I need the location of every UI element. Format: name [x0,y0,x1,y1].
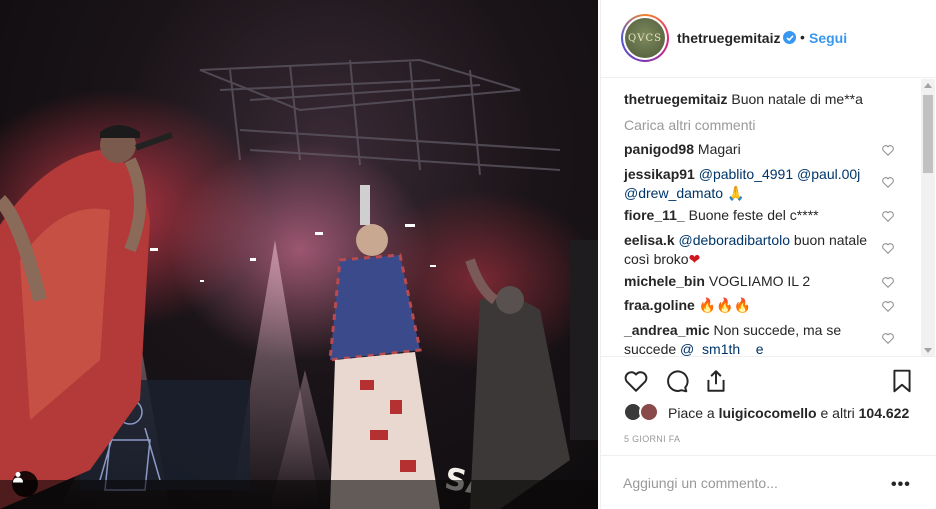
likes-count[interactable]: 104.622 [859,405,910,421]
comment-item: michele_bin VOGLIAMO IL 2 [624,272,894,291]
liker-username[interactable]: luigicocomello [719,405,817,421]
bookmark-icon[interactable] [889,368,915,394]
likes-summary: Piace a luigicocomello e altri 104.622 [623,402,923,426]
add-comment-bar: Aggiungi un commento... ••• [601,455,936,509]
comment-mention[interactable]: @drew_damato [624,185,723,201]
separator-dot: • [800,29,805,45]
user-tag-button[interactable] [12,471,38,497]
comment-text: 🔥🔥🔥 [698,297,751,313]
post-header: QVCS thetruegemitaiz • Segui [601,0,936,78]
heart-outline-icon[interactable] [881,275,895,289]
comment-username[interactable]: michele_bin [624,273,705,289]
comment-emoji: 🙏 [726,185,745,201]
comment-username[interactable]: panigod98 [624,141,694,157]
caption: thetruegemitaiz Buon natale di me**a [624,90,894,109]
liker-avatar [639,402,659,422]
avatar-border: QVCS [623,16,667,60]
heart-outline-icon[interactable] [881,209,895,223]
comments-scrollbar[interactable] [921,79,935,356]
comment-mention[interactable]: @deboradibartolo [679,232,791,248]
heart-emoji: ❤ [688,251,701,267]
heart-outline-icon[interactable] [881,241,895,255]
comment-item: eelisa.k @deboradibartolo buon natale co… [624,231,894,269]
follow-button[interactable]: Segui [809,30,847,46]
comment-text: VOGLIAMO IL 2 [708,273,811,289]
heart-outline-icon[interactable] [881,175,895,189]
comment-input[interactable]: Aggiungi un commento... [623,475,778,491]
comment-text: Buone feste del c**** [688,207,819,223]
author-avatar[interactable]: QVCS [621,14,669,62]
caption-text: Buon natale di me**a [731,91,863,107]
comment-username[interactable]: jessikap91 [624,166,695,182]
comment-item: panigod98 Magari [624,140,894,159]
likes-text[interactable]: Piace a luigicocomello e altri 104.622 [668,405,909,421]
comment-item: fraa.goline 🔥🔥🔥 [624,296,894,315]
comment-item: fiore_11_ Buone feste del c**** [624,206,894,225]
comment-username[interactable]: fiore_11_ [624,207,685,223]
comment-item: jessikap91 @pablito_4991 @paul.00j @drew… [624,165,894,203]
avatar-image: QVCS [625,18,665,58]
author-username[interactable]: thetruegemitaiz [677,30,780,46]
comment-username[interactable]: _andrea_mic [624,322,710,338]
comments-list[interactable]: thetruegemitaiz Buon natale di me**a Car… [601,79,936,357]
post-side-panel: QVCS thetruegemitaiz • Segui thetruegemi… [600,0,936,509]
comment-username[interactable]: eelisa.k [624,232,675,248]
post-actions-bar [601,358,936,404]
comment-mention[interactable]: @paul.00j [797,166,860,182]
likes-prefix: Piace a [668,405,719,421]
caption-username[interactable]: thetruegemitaiz [624,91,727,107]
post-timestamp[interactable]: 5 GIORNI FA [624,434,680,444]
comment-text: Magari [697,141,741,157]
scroll-thumb[interactable] [923,95,933,173]
user-silhouette-icon [13,472,23,483]
more-options-icon[interactable]: ••• [891,476,911,494]
verified-badge-icon [783,31,796,44]
comment-item: _andrea_mic Non succede, ma se succede @… [624,321,894,356]
heart-outline-icon[interactable] [881,331,895,345]
comment-username[interactable]: fraa.goline [624,297,695,313]
post-photo[interactable]: SAD [0,0,598,509]
comment-bubble-icon[interactable] [663,368,689,394]
heart-outline-icon[interactable] [881,143,895,157]
heart-outline-icon[interactable] [881,299,895,313]
comment-mention[interactable]: @_sm1th__e [680,341,763,356]
scroll-down-arrow-icon[interactable] [924,348,932,353]
scroll-up-arrow-icon[interactable] [924,83,932,88]
likes-middle: e altri [816,405,859,421]
load-more-comments-button[interactable]: Carica altri commenti [624,117,755,133]
concert-photo-illustration: SAD [0,58,598,509]
like-heart-icon[interactable] [623,368,649,394]
comment-mention[interactable]: @pablito_4991 [699,166,793,182]
share-upload-icon[interactable] [703,368,729,394]
